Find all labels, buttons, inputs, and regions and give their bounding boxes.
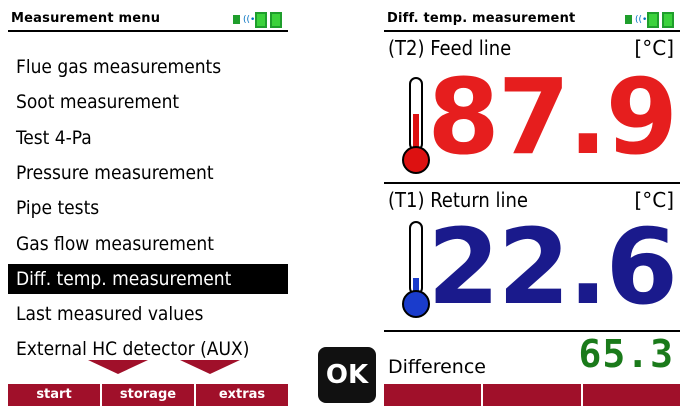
battery-icon-2 <box>270 11 282 28</box>
right-screen-title: Diff. temp. measurement <box>387 11 576 26</box>
menu-item[interactable]: Soot measurement <box>8 87 288 117</box>
status-icons-right: ((•)) <box>625 11 674 28</box>
softkey-arrow-right <box>180 360 240 374</box>
power-plug-icon <box>625 15 632 24</box>
measurement-menu-screen: Measurement menu ((•)) Flue gas measurem… <box>8 10 288 406</box>
difference-value: 65.3 <box>578 332 674 376</box>
menu-item[interactable]: Last measured values <box>8 299 288 329</box>
status-icons: ((•)) <box>233 11 282 28</box>
wireless-icon: ((•)) <box>243 14 263 25</box>
battery-icon-2 <box>662 11 674 28</box>
difference-label: Difference <box>388 356 486 378</box>
softkey-storage[interactable]: storage <box>102 384 196 406</box>
wireless-icon: ((•)) <box>635 14 655 25</box>
feed-temperature-value: 87.9 <box>427 56 678 178</box>
ok-button[interactable]: OK <box>318 347 376 403</box>
menu-item[interactable]: Test 4-Pa <box>8 123 288 153</box>
softkey-arrow-left <box>88 360 148 374</box>
right-softkey-bar: - - - <box>384 384 680 406</box>
left-screen-title: Measurement menu <box>11 11 161 26</box>
left-softkey-bar: start storage extras <box>8 384 288 406</box>
softkey-extras[interactable]: extras <box>196 384 288 406</box>
menu-item[interactable]: Flue gas measurements <box>8 52 288 82</box>
softkey-middle[interactable]: - <box>483 384 583 406</box>
menu-item[interactable]: Diff. temp. measurement <box>8 263 288 294</box>
softkey-start[interactable]: start <box>8 384 102 406</box>
left-title-bar: Measurement menu ((•)) <box>8 10 288 32</box>
menu-item[interactable]: Gas flow measurement <box>8 229 288 259</box>
return-temperature-value: 22.6 <box>427 206 678 328</box>
separator-1 <box>384 182 680 184</box>
battery-icon <box>647 11 659 28</box>
softkey-left[interactable]: - <box>384 384 484 406</box>
power-plug-icon <box>233 15 240 24</box>
diff-temp-screen: Diff. temp. measurement ((•)) (T2) Feed … <box>384 10 680 406</box>
menu-item[interactable]: Pipe tests <box>8 193 288 223</box>
battery-icon <box>255 11 267 28</box>
right-title-bar: Diff. temp. measurement ((•)) <box>384 10 680 32</box>
menu-item[interactable]: Pressure measurement <box>8 158 288 188</box>
softkey-right[interactable]: - <box>583 384 680 406</box>
menu-item[interactable]: External HC detector (AUX) <box>8 334 288 364</box>
